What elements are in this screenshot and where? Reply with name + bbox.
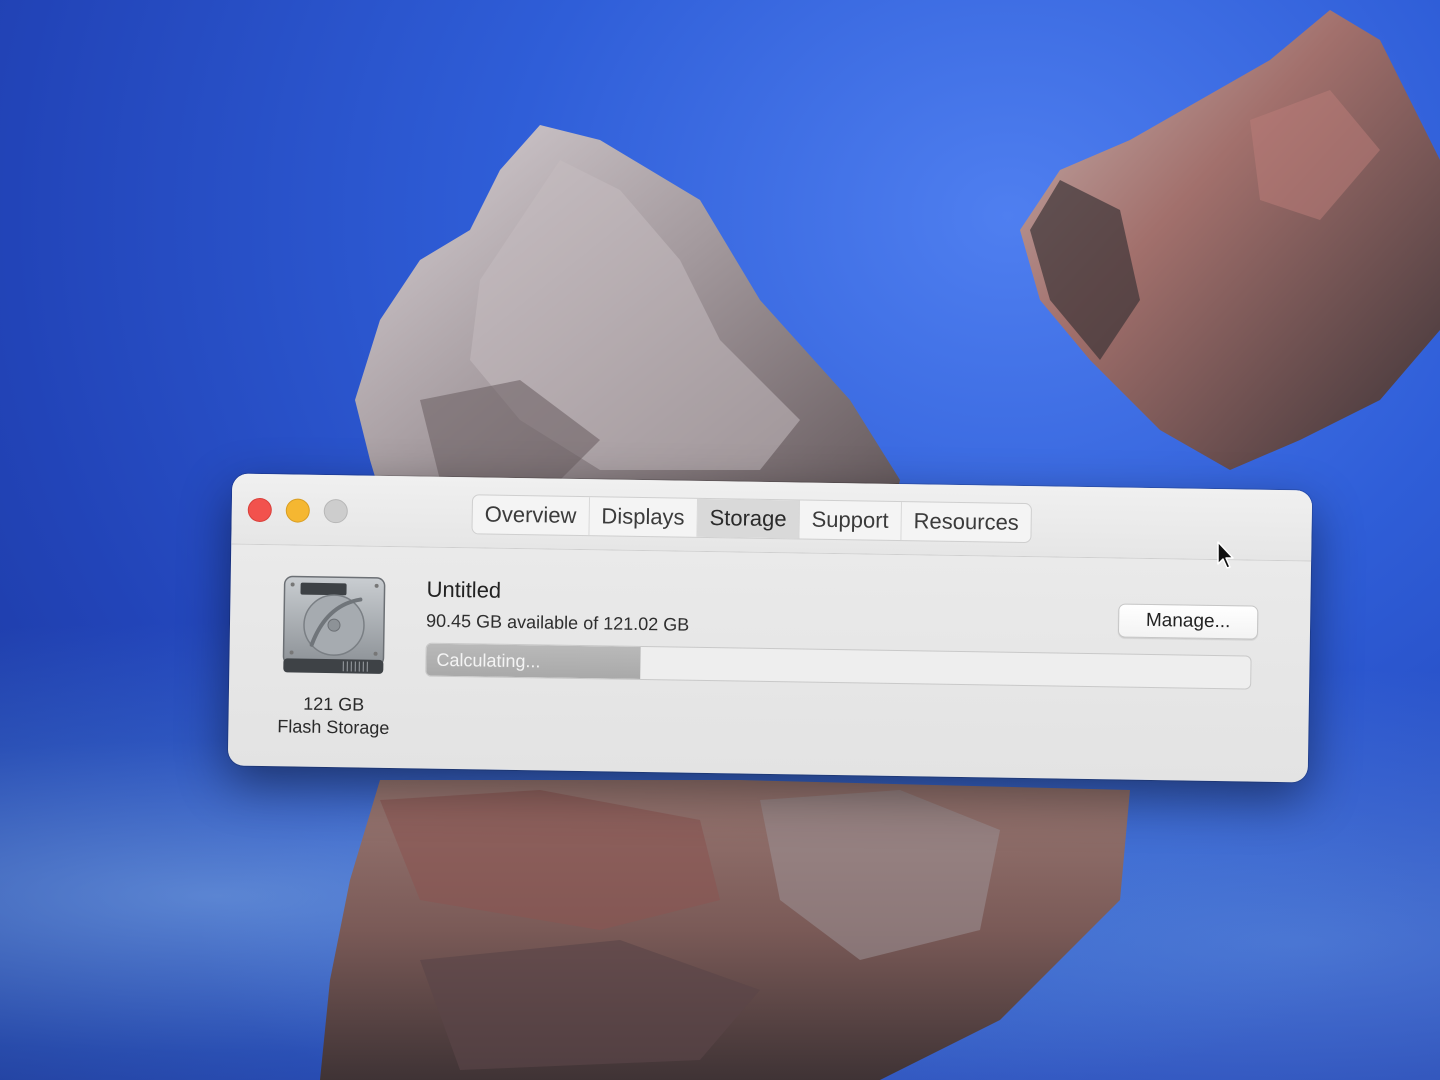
volume-availability: 90.45 GB available of 121.02 GB [425, 610, 690, 635]
hard-drive-icon [282, 575, 386, 674]
drive-caption: 121 GB Flash Storage [258, 692, 409, 740]
storage-bar-label: Calculating... [436, 649, 541, 672]
mouse-pointer-icon [1217, 541, 1234, 569]
manage-button[interactable]: Manage... [1117, 603, 1259, 640]
tab-displays[interactable]: Displays [589, 497, 698, 537]
tab-support[interactable]: Support [799, 500, 902, 541]
volume-name: Untitled [426, 576, 502, 603]
tab-storage[interactable]: Storage [697, 498, 800, 539]
close-window-button[interactable] [247, 497, 272, 523]
tab-overview[interactable]: Overview [472, 495, 590, 536]
zoom-window-button [323, 498, 348, 524]
desktop-wallpaper: Overview Displays Storage Support Resour… [0, 0, 1440, 1080]
tab-bar: Overview Displays Storage Support Resour… [471, 494, 1033, 544]
drive-type: Flash Storage [277, 716, 390, 739]
storage-usage-bar: Calculating... [425, 642, 1252, 690]
minimize-window-button[interactable] [285, 498, 310, 523]
tab-resources[interactable]: Resources [901, 502, 1031, 542]
system-information-window: Overview Displays Storage Support Resour… [227, 473, 1313, 783]
drive-capacity: 121 GB [303, 693, 365, 715]
